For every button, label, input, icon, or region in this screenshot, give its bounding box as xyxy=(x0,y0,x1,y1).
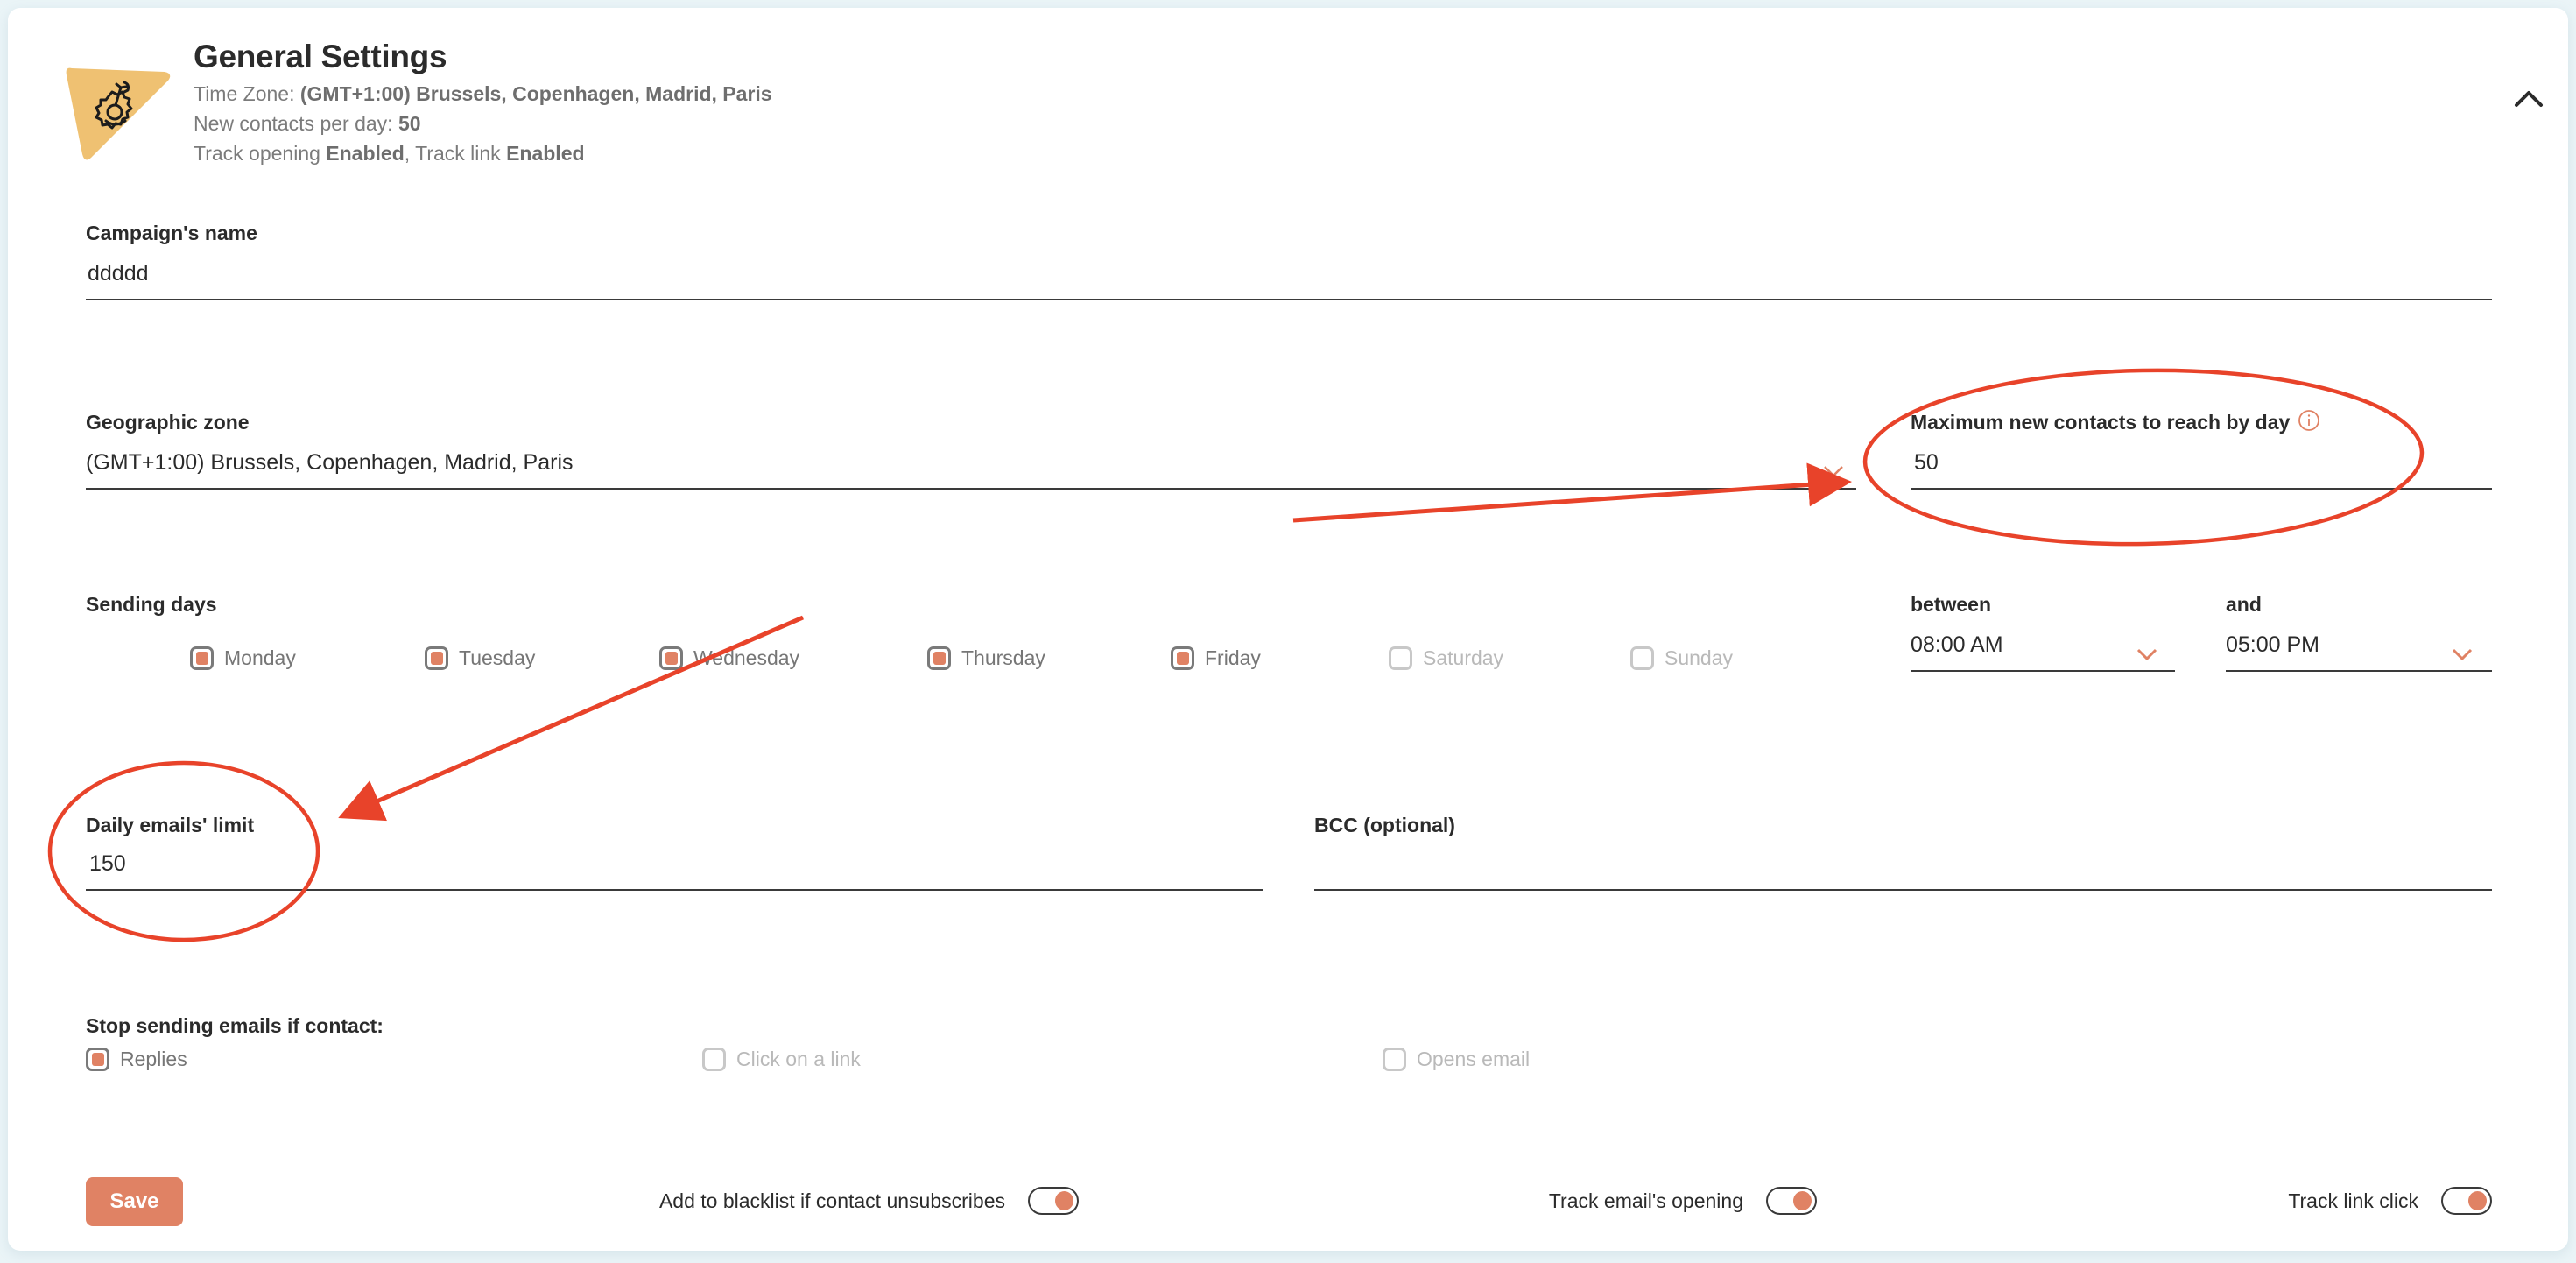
checkbox-label: Tuesday xyxy=(459,646,536,669)
end-time-value: 05:00 PM xyxy=(2226,632,2320,657)
max-contacts-value: 50 xyxy=(1914,450,1939,475)
checkbox-checked-icon xyxy=(659,646,683,670)
toggle-knob xyxy=(1055,1191,1073,1210)
toggle-switch[interactable] xyxy=(2441,1187,2492,1215)
campaign-name-input[interactable]: ddddd xyxy=(86,259,2492,301)
toggle-row-add-to-blacklist-if-contact-unsubscribes: Add to blacklist if contact unsubscribes xyxy=(659,1187,1079,1215)
geographic-zone-select[interactable]: (GMT+1:00) Brussels, Copenhagen, Madrid,… xyxy=(86,448,1856,490)
checkbox-unchecked-icon xyxy=(702,1048,726,1071)
checkbox-mark xyxy=(933,652,946,665)
general-settings-card xyxy=(8,8,2568,1251)
toggle-knob xyxy=(2468,1191,2487,1210)
chevron-down-icon xyxy=(2136,648,2157,661)
geographic-zone-underline xyxy=(86,488,1856,490)
checkbox-unchecked-icon xyxy=(1383,1048,1406,1071)
campaign-name-value: ddddd xyxy=(88,261,149,286)
day-checkbox-wednesday[interactable]: Wednesday xyxy=(659,646,799,670)
checkbox-checked-icon xyxy=(927,646,951,670)
day-checkbox-thursday[interactable]: Thursday xyxy=(927,646,1045,670)
end-time-select[interactable]: 05:00 PM xyxy=(2226,631,2492,673)
checkbox-label: Wednesday xyxy=(693,646,800,669)
daily-limit-label: Daily emails' limit xyxy=(86,814,255,836)
summary-tracking: Track opening Enabled, Track link Enable… xyxy=(194,142,585,166)
chevron-down-icon xyxy=(2452,648,2473,661)
toggle-label: Add to blacklist if contact unsubscribes xyxy=(658,1189,1005,1212)
day-checkbox-sunday[interactable]: Sunday xyxy=(1630,646,1733,670)
summary-timezone: Time Zone: (GMT+1:00) Brussels, Copenhag… xyxy=(194,82,772,106)
summary-track-link-label: , Track link xyxy=(404,142,507,165)
checkbox-label: Thursday xyxy=(961,646,1045,669)
day-checkbox-friday[interactable]: Friday xyxy=(1171,646,1261,670)
info-icon[interactable] xyxy=(2298,409,2320,432)
daily-limit-value: 150 xyxy=(89,851,126,876)
summary-contacts: New contacts per day: 50 xyxy=(194,112,421,136)
daily-limit-input[interactable]: 150 xyxy=(86,850,1263,892)
page-title: General Settings xyxy=(194,39,447,74)
stop-sending-label: Stop sending emails if contact: xyxy=(86,1014,384,1037)
daily-limit-underline xyxy=(86,889,1263,891)
campaign-name-label: Campaign's name xyxy=(86,222,257,244)
checkbox-label: Replies xyxy=(120,1048,187,1070)
bcc-input[interactable] xyxy=(1314,850,2492,892)
checkbox-unchecked-icon xyxy=(1389,646,1412,670)
checkbox-label: Saturday xyxy=(1423,646,1504,669)
checkbox-checked-icon xyxy=(1171,646,1194,670)
max-contacts-underline xyxy=(1911,488,2492,490)
bcc-label: BCC (optional) xyxy=(1314,814,1455,836)
checkbox-label: Opens email xyxy=(1417,1048,1531,1070)
between-label: between xyxy=(1911,593,1992,616)
summary-contacts-label: New contacts per day: xyxy=(194,112,398,135)
collapse-button[interactable] xyxy=(2513,86,2544,112)
checkbox-label: Friday xyxy=(1205,646,1261,669)
stop-checkbox-click-on-a-link[interactable]: Click on a link xyxy=(702,1048,861,1071)
checkbox-checked-icon xyxy=(86,1048,109,1071)
stop-checkbox-replies[interactable]: Replies xyxy=(86,1048,187,1071)
toggle-label: Track email's opening xyxy=(1548,1189,1743,1212)
summary-track-opening-value: Enabled xyxy=(326,142,405,165)
checkbox-label: Sunday xyxy=(1665,646,1734,669)
checkbox-mark xyxy=(91,1053,104,1066)
chevron-up-icon xyxy=(2515,91,2543,107)
checkbox-checked-icon xyxy=(190,646,214,670)
checkbox-label: Monday xyxy=(224,646,296,669)
max-contacts-label: Maximum new contacts to reach by day xyxy=(1911,411,2291,434)
summary-contacts-value: 50 xyxy=(398,112,421,135)
checkbox-checked-icon xyxy=(425,646,448,670)
toggle-label: Track link click xyxy=(2288,1189,2418,1212)
save-button[interactable]: Save xyxy=(86,1177,183,1226)
toggle-switch[interactable] xyxy=(1766,1187,1817,1215)
campaign-name-underline xyxy=(86,299,2492,300)
chevron-down-icon xyxy=(1823,465,1844,477)
settings-wrench-gear-icon xyxy=(63,63,173,165)
checkbox-mark xyxy=(195,652,208,665)
start-time-value: 08:00 AM xyxy=(1911,632,2003,657)
summary-track-link-value: Enabled xyxy=(506,142,585,165)
day-checkbox-saturday[interactable]: Saturday xyxy=(1389,646,1503,670)
bcc-underline xyxy=(1314,889,2492,891)
checkbox-label: Click on a link xyxy=(736,1048,861,1070)
stop-checkbox-opens-email[interactable]: Opens email xyxy=(1383,1048,1530,1071)
day-checkbox-tuesday[interactable]: Tuesday xyxy=(425,646,535,670)
summary-timezone-value: (GMT+1:00) Brussels, Copenhagen, Madrid,… xyxy=(299,82,772,105)
checkbox-mark xyxy=(430,652,443,665)
geographic-zone-value: (GMT+1:00) Brussels, Copenhagen, Madrid,… xyxy=(86,450,574,475)
start-time-underline xyxy=(1911,670,2175,672)
sending-days-label: Sending days xyxy=(86,593,217,616)
toggle-row-track-email-s-opening: Track email's opening xyxy=(1549,1187,1817,1215)
summary-timezone-label: Time Zone: xyxy=(194,82,300,105)
start-time-select[interactable]: 08:00 AM xyxy=(1911,631,2175,673)
toggle-row-track-link-click: Track link click xyxy=(2288,1187,2492,1215)
summary-track-opening-label: Track opening xyxy=(194,142,327,165)
day-checkbox-monday[interactable]: Monday xyxy=(190,646,296,670)
max-contacts-input[interactable]: 50 xyxy=(1911,448,2492,490)
and-label: and xyxy=(2226,593,2262,616)
toggle-switch[interactable] xyxy=(1028,1187,1079,1215)
geographic-zone-label: Geographic zone xyxy=(86,411,250,434)
toggle-knob xyxy=(1793,1191,1812,1210)
checkbox-unchecked-icon xyxy=(1630,646,1654,670)
checkbox-mark xyxy=(1176,652,1189,665)
checkbox-mark xyxy=(665,652,678,665)
end-time-underline xyxy=(2226,670,2492,672)
